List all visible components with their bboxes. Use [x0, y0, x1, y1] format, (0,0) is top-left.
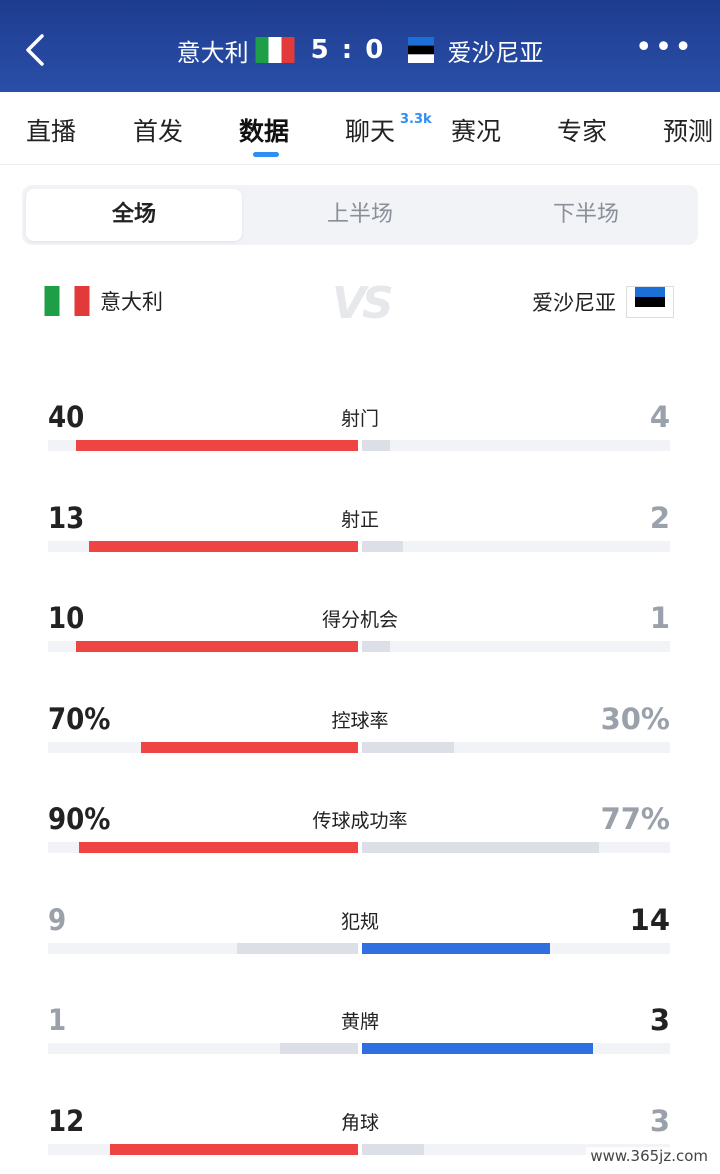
- away-team-name: 爱沙尼亚: [447, 38, 544, 67]
- period-selector: 全场 上半场 下半场: [22, 185, 698, 245]
- home-team-name: 意大利: [176, 38, 249, 67]
- stat-name: 黄牌: [340, 1011, 379, 1033]
- match-header: 意大利 5 : 0 爱沙尼亚 •••: [0, 0, 720, 92]
- tab-chat[interactable]: 聊天: [345, 112, 395, 148]
- stat-away-bar: [362, 1143, 424, 1155]
- active-tab-indicator: [253, 152, 279, 157]
- stat-away-bar: [362, 440, 390, 451]
- estonia-flag-icon: [408, 37, 435, 63]
- stat-home-bar: [79, 842, 358, 853]
- stat-home-bar: [89, 540, 358, 552]
- away-team-header: 爱沙尼亚: [522, 286, 674, 318]
- stat-away-value: 77%: [600, 802, 670, 836]
- stat-away-value: 30%: [600, 701, 670, 736]
- stat-away-bar: [362, 540, 403, 552]
- stat-name: 射门: [340, 408, 379, 430]
- tab-bar: 直播 首发 数据 聊天 3.3k 赛况 专家 预测: [0, 92, 720, 165]
- stat-away-track: [362, 440, 670, 451]
- italy-flag-icon: [44, 286, 90, 316]
- vs-mark: VS: [332, 278, 394, 329]
- estonia-flag-icon: [626, 286, 674, 318]
- tab-lineup[interactable]: 首发: [133, 112, 183, 148]
- more-dots-icon[interactable]: •••: [635, 33, 694, 63]
- stat-name: 犯规: [340, 910, 379, 933]
- stat-name: 射正: [340, 508, 379, 531]
- segment-full-match[interactable]: 全场: [26, 189, 242, 241]
- stat-away-bar: [362, 942, 550, 954]
- stat-row: 40 射门 4: [0, 400, 720, 470]
- tab-prediction[interactable]: 预测: [663, 112, 713, 148]
- stat-home-bar: [76, 641, 358, 652]
- stat-home-bar: [237, 942, 358, 954]
- tab-experts[interactable]: 专家: [557, 112, 607, 148]
- stat-row: 9 犯规 14: [0, 903, 720, 973]
- stat-away-value: 1: [649, 601, 670, 635]
- stat-away-value: 3: [649, 1003, 670, 1037]
- tab-events[interactable]: 赛况: [451, 112, 501, 148]
- stat-row: 10 得分机会 1: [0, 601, 720, 671]
- stat-away-value: 3: [649, 1103, 670, 1138]
- watermark: www.365jz.com: [586, 1147, 712, 1165]
- chat-count-badge: 3.3k: [400, 112, 432, 127]
- stat-row: 1 黄牌 3: [0, 1003, 720, 1073]
- stat-away-bar: [362, 1043, 593, 1054]
- tab-data[interactable]: 数据: [239, 112, 289, 148]
- stat-home-bar: [76, 440, 358, 451]
- stat-row: 90% 传球成功率 77%: [0, 802, 720, 872]
- stat-away-bar: [362, 641, 390, 652]
- match-score: 5 : 0: [310, 35, 386, 65]
- stat-away-track: [362, 641, 670, 652]
- tab-live[interactable]: 直播: [26, 112, 76, 148]
- stat-row: 70% 控球率 30%: [0, 702, 720, 772]
- stat-row: 13 射正 2: [0, 501, 720, 571]
- stat-away-track: [362, 540, 670, 552]
- italy-flag-icon: [255, 37, 295, 63]
- stat-away-value: 14: [629, 902, 670, 937]
- stat-home-bar: [110, 1143, 358, 1155]
- home-team-label: 意大利: [100, 290, 163, 314]
- stat-away-bar: [362, 842, 599, 853]
- stat-name: 角球: [340, 1111, 379, 1134]
- stat-away-value: 4: [649, 400, 670, 434]
- away-team-label: 爱沙尼亚: [532, 291, 616, 315]
- stat-home-bar: [280, 1043, 358, 1054]
- stat-away-value: 2: [649, 500, 670, 535]
- segment-second-half[interactable]: 下半场: [478, 189, 694, 241]
- segment-first-half[interactable]: 上半场: [252, 189, 468, 241]
- stat-name: 得分机会: [321, 609, 398, 631]
- home-team-header: 意大利: [44, 286, 173, 316]
- stat-away-bar: [362, 741, 454, 753]
- stat-home-bar: [141, 741, 358, 753]
- match-score-line: 意大利 5 : 0 爱沙尼亚: [0, 30, 720, 70]
